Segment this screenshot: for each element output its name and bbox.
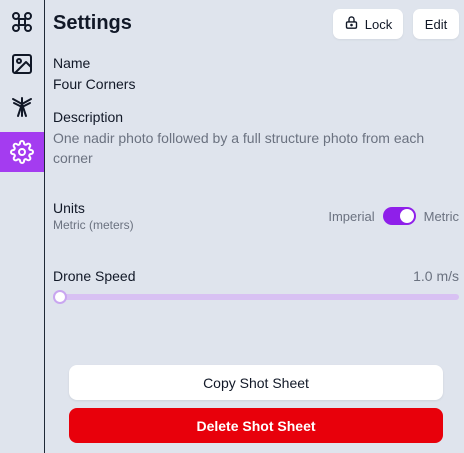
speed-slider[interactable] bbox=[53, 290, 459, 304]
lock-button[interactable]: Lock bbox=[333, 9, 403, 39]
description-label: Description bbox=[53, 109, 124, 125]
sidebar-item-drone[interactable] bbox=[0, 2, 44, 42]
speed-value: 1.0 m/s bbox=[413, 268, 459, 284]
name-label: Name bbox=[53, 55, 91, 71]
slider-track bbox=[53, 294, 459, 300]
gear-icon bbox=[10, 140, 34, 164]
units-label: Units bbox=[53, 200, 85, 216]
sidebar-item-settings[interactable] bbox=[0, 132, 44, 172]
speed-label: Drone Speed bbox=[53, 268, 136, 284]
antenna-icon bbox=[10, 95, 34, 119]
sidebar-item-images[interactable] bbox=[0, 44, 44, 84]
page-title: Settings bbox=[53, 12, 132, 34]
edit-button[interactable]: Edit bbox=[413, 9, 459, 39]
delete-shot-sheet-button[interactable]: Delete Shot Sheet bbox=[69, 408, 443, 443]
drone-icon bbox=[10, 10, 34, 34]
units-toggle[interactable] bbox=[382, 207, 416, 225]
units-value: Metric (meters) bbox=[53, 218, 134, 232]
name-value: Four Corners bbox=[53, 76, 136, 92]
lock-button-label: Lock bbox=[364, 16, 393, 32]
edit-button-label: Edit bbox=[424, 16, 448, 32]
units-imperial-label: Imperial bbox=[328, 208, 375, 224]
slider-thumb[interactable] bbox=[53, 290, 67, 304]
settings-panel: Settings Lock Edit Name Four Corners Des… bbox=[45, 0, 464, 453]
toggle-knob bbox=[399, 209, 414, 223]
lock-icon bbox=[344, 15, 359, 33]
copy-shot-sheet-button[interactable]: Copy Shot Sheet bbox=[69, 365, 443, 400]
units-metric-label: Metric bbox=[423, 208, 459, 224]
sidebar-item-antenna[interactable] bbox=[0, 87, 44, 127]
sidebar bbox=[0, 0, 45, 453]
units-toggle-row: Imperial Metric bbox=[328, 207, 459, 225]
description-value: One nadir photo followed by a full struc… bbox=[53, 130, 425, 166]
image-icon bbox=[10, 52, 34, 76]
